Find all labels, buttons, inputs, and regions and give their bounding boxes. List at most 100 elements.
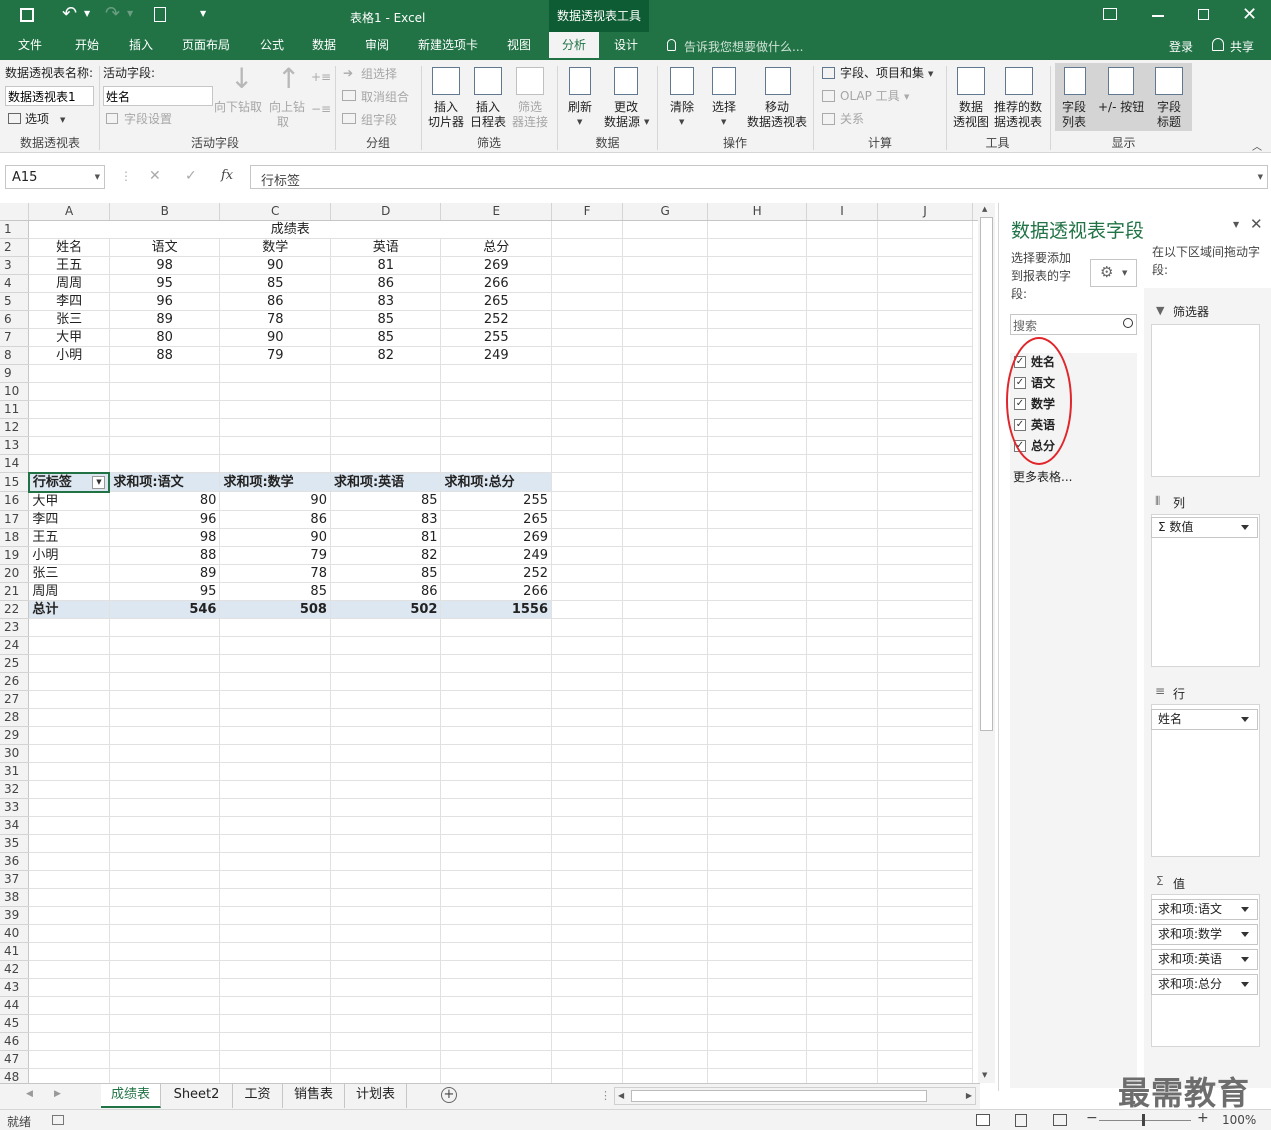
cell[interactable] — [806, 852, 879, 871]
cell[interactable] — [109, 708, 221, 727]
cell[interactable] — [707, 852, 807, 871]
cell[interactable] — [707, 978, 807, 997]
cell[interactable] — [219, 996, 331, 1015]
cell[interactable] — [551, 888, 624, 907]
row-header[interactable]: 21 — [0, 582, 30, 601]
name-box[interactable]: A15 ▼ — [5, 165, 105, 189]
cell[interactable] — [219, 762, 331, 781]
sheet-tab-salary[interactable]: 工资 — [233, 1084, 283, 1108]
source-header-cell[interactable]: 总分 — [440, 238, 552, 257]
source-data-cell[interactable]: 265 — [440, 292, 552, 311]
drill-down-button[interactable]: 向下钻取 — [214, 100, 262, 114]
cell[interactable] — [28, 436, 110, 455]
change-source-dropdown-icon[interactable]: ▼ — [644, 118, 649, 126]
cell[interactable] — [622, 924, 709, 943]
expand-field-icon[interactable]: +≡ — [311, 70, 331, 84]
cell[interactable] — [551, 780, 624, 799]
cell[interactable] — [330, 654, 442, 673]
pivot-data-cell[interactable]: 李四 — [28, 510, 110, 529]
cell[interactable] — [877, 220, 973, 239]
cell[interactable] — [622, 1050, 709, 1069]
cell[interactable] — [707, 382, 807, 401]
cell[interactable] — [707, 274, 807, 293]
cell[interactable] — [877, 346, 973, 365]
cell[interactable] — [877, 600, 973, 619]
row-header[interactable]: 14 — [0, 454, 30, 473]
cell[interactable] — [622, 491, 709, 511]
cell[interactable] — [707, 960, 807, 979]
redo-dropdown-icon[interactable]: ▼ — [127, 9, 133, 18]
pivot-data-cell[interactable]: 81 — [330, 528, 442, 547]
cell[interactable] — [28, 418, 110, 437]
tab-split-icon[interactable]: ⋮ — [600, 1089, 611, 1102]
cell[interactable] — [440, 1050, 552, 1069]
cell[interactable] — [28, 960, 110, 979]
row-header[interactable]: 17 — [0, 510, 30, 529]
filter-dropdown-icon[interactable]: ▼ — [92, 475, 106, 489]
cell[interactable] — [551, 454, 624, 473]
cell[interactable] — [806, 924, 879, 943]
cell[interactable] — [330, 834, 442, 853]
refresh-dropdown-icon[interactable]: ▼ — [577, 118, 582, 126]
cell[interactable] — [707, 744, 807, 763]
cell[interactable] — [551, 672, 624, 691]
cell[interactable] — [707, 436, 807, 455]
pane-close-icon[interactable]: ✕ — [1250, 215, 1263, 233]
cell[interactable] — [330, 454, 442, 473]
cell[interactable] — [707, 1068, 807, 1083]
column-header[interactable]: E — [440, 203, 552, 221]
cell[interactable] — [109, 996, 221, 1015]
cell[interactable] — [806, 654, 879, 673]
fields-items-dropdown-icon[interactable]: ▼ — [928, 70, 933, 78]
cell[interactable] — [877, 491, 973, 511]
cell[interactable] — [28, 364, 110, 383]
cell[interactable] — [551, 220, 624, 239]
cell[interactable] — [877, 690, 973, 709]
cell[interactable] — [330, 636, 442, 655]
row-header[interactable]: 24 — [0, 636, 30, 655]
cell[interactable] — [806, 834, 879, 853]
pivot-name-input[interactable] — [5, 86, 94, 106]
cell[interactable] — [28, 1050, 110, 1069]
cell[interactable] — [707, 654, 807, 673]
pivot-data-cell[interactable]: 88 — [109, 546, 221, 565]
cell[interactable] — [622, 888, 709, 907]
source-data-cell[interactable]: 李四 — [28, 292, 110, 311]
cell[interactable] — [330, 1050, 442, 1069]
pane-options-icon[interactable]: ▼ — [1233, 220, 1239, 229]
pivot-data-cell[interactable]: 269 — [440, 528, 552, 547]
cell[interactable] — [622, 400, 709, 419]
cell[interactable] — [622, 510, 709, 529]
column-header[interactable]: I — [806, 203, 879, 221]
source-header-cell[interactable]: 姓名 — [28, 238, 110, 257]
cell[interactable] — [330, 418, 442, 437]
source-data-cell[interactable]: 90 — [219, 256, 331, 275]
cell[interactable] — [109, 942, 221, 961]
cell[interactable] — [330, 708, 442, 727]
row-header[interactable]: 39 — [0, 906, 30, 925]
cell[interactable] — [806, 744, 879, 763]
cell[interactable] — [109, 654, 221, 673]
row-header[interactable]: 1 — [0, 220, 30, 239]
cell[interactable] — [109, 780, 221, 799]
cell[interactable] — [806, 582, 879, 601]
cell[interactable] — [622, 454, 709, 473]
cell[interactable] — [707, 1014, 807, 1033]
cell[interactable] — [330, 852, 442, 871]
row-header[interactable]: 23 — [0, 618, 30, 637]
formula-input[interactable]: 行标签 ▼ — [250, 165, 1268, 189]
cell[interactable] — [622, 816, 709, 835]
cell[interactable] — [707, 528, 807, 547]
pivot-total-cell[interactable]: 502 — [330, 599, 442, 619]
row-header[interactable]: 9 — [0, 364, 30, 383]
cell[interactable] — [28, 382, 110, 401]
cell[interactable] — [28, 942, 110, 961]
cell[interactable] — [330, 364, 442, 383]
cell[interactable] — [806, 238, 879, 257]
cell[interactable] — [806, 310, 879, 329]
cell[interactable] — [877, 436, 973, 455]
cell[interactable] — [551, 852, 624, 871]
cell[interactable] — [707, 220, 807, 239]
cell[interactable] — [440, 1014, 552, 1033]
cell[interactable] — [440, 454, 552, 473]
